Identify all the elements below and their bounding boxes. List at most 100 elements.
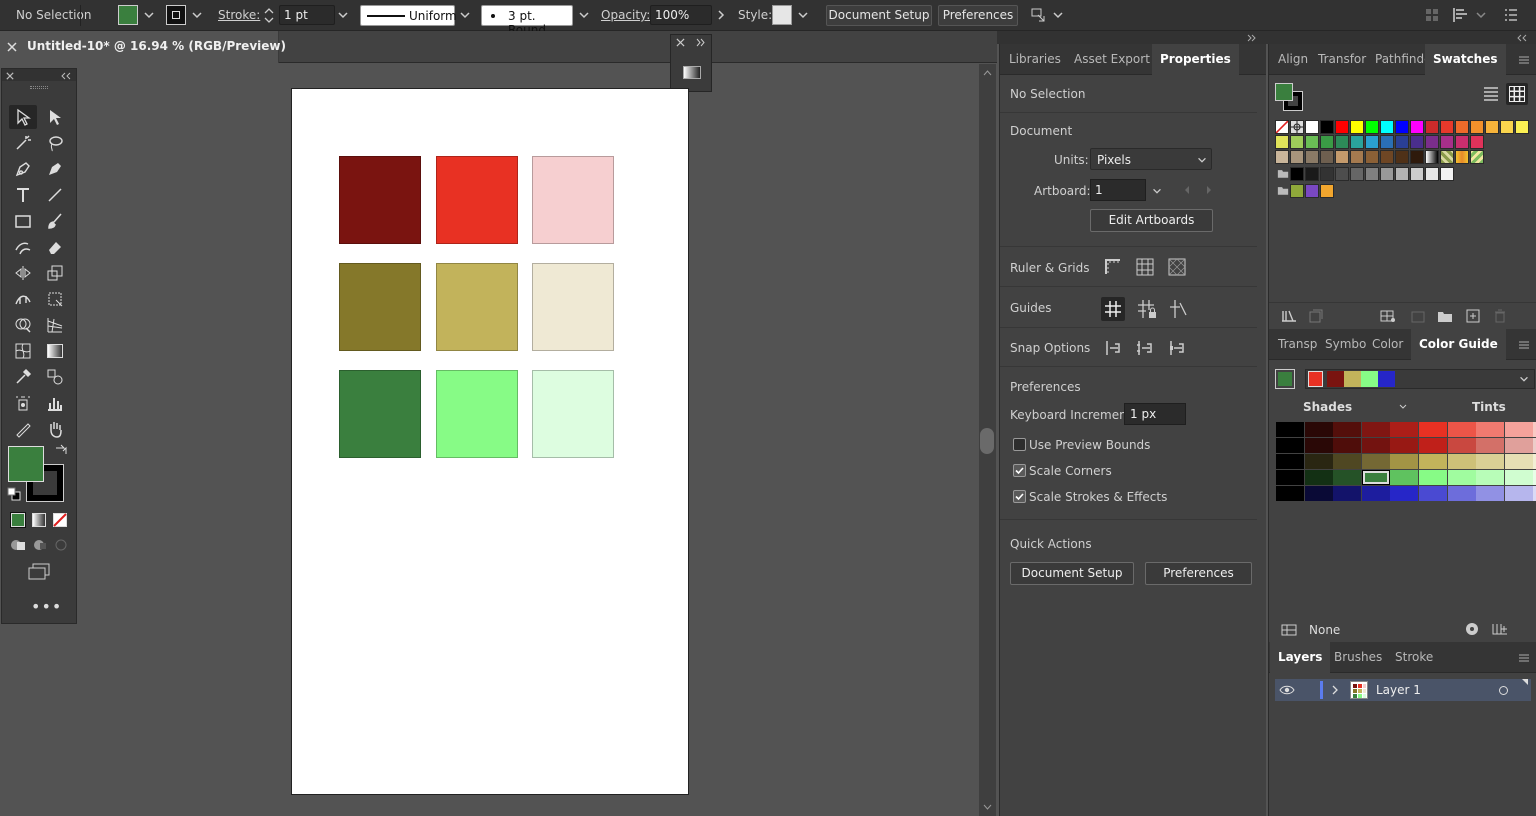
panel-menu-icon[interactable] <box>1518 653 1530 663</box>
guide-color-cell[interactable] <box>1447 486 1476 501</box>
chevron-down-icon[interactable] <box>796 8 810 22</box>
swatch[interactable] <box>1290 150 1304 164</box>
guide-color-cell[interactable] <box>1304 486 1333 501</box>
new-swatch-icon[interactable] <box>1466 309 1480 323</box>
swatch[interactable] <box>1305 150 1319 164</box>
swatch[interactable] <box>1410 120 1424 134</box>
folder-icon[interactable] <box>1437 309 1453 323</box>
chevron-down-icon[interactable] <box>458 8 472 22</box>
chevron-down-icon[interactable] <box>1398 403 1408 411</box>
guide-color-cell[interactable] <box>1390 486 1419 501</box>
default-fill-stroke-icon[interactable] <box>7 487 21 501</box>
show-swatch-kinds-icon[interactable] <box>1309 309 1323 323</box>
color-square-r1c3[interactable] <box>532 156 614 244</box>
guide-color-cell[interactable] <box>1390 454 1419 469</box>
width-tool[interactable] <box>9 287 37 311</box>
close-icon[interactable] <box>7 42 17 52</box>
guide-color-cell[interactable] <box>1333 438 1362 453</box>
swatch[interactable] <box>1425 135 1439 149</box>
eyedropper-tool[interactable] <box>9 365 37 389</box>
none-swatch[interactable] <box>1275 120 1289 134</box>
guide-color-cell[interactable] <box>1419 470 1447 485</box>
visibility-eye-icon[interactable] <box>1279 684 1295 696</box>
swatch[interactable] <box>1440 120 1454 134</box>
swatch[interactable] <box>1350 167 1364 181</box>
guide-color-cell[interactable] <box>1476 486 1505 501</box>
swatch[interactable] <box>1395 167 1409 181</box>
guide-color-cell[interactable] <box>1361 438 1390 453</box>
swatch[interactable] <box>1470 120 1484 134</box>
guide-color-cell[interactable] <box>1276 454 1304 469</box>
grid-arrange-icon[interactable] <box>1424 7 1440 23</box>
snap-to-grid-icon[interactable] <box>1136 339 1154 357</box>
gradient-icon[interactable] <box>683 66 701 79</box>
swatch[interactable] <box>1290 184 1304 198</box>
swatch-fill-indicator[interactable] <box>1275 83 1293 101</box>
scroll-up-icon[interactable] <box>983 70 992 76</box>
guide-color-cell[interactable] <box>1447 422 1476 437</box>
guide-color-cell[interactable] <box>1276 486 1304 501</box>
swatch[interactable] <box>1455 120 1469 134</box>
more-tools-icon[interactable]: ••• <box>31 597 62 616</box>
close-icon[interactable] <box>676 38 685 47</box>
guide-color-cell[interactable] <box>1504 438 1533 453</box>
tab-color[interactable]: Color <box>1364 329 1411 360</box>
guide-color-cell[interactable] <box>1304 470 1333 485</box>
magic-wand-tool[interactable] <box>9 131 37 155</box>
guide-color-cell[interactable] <box>1504 470 1533 485</box>
color-square-r1c2[interactable] <box>436 156 518 244</box>
graphic-style-swatch[interactable] <box>772 5 792 25</box>
swatch[interactable] <box>1305 135 1319 149</box>
color-square-r2c2[interactable] <box>436 263 518 351</box>
swatch[interactable] <box>1335 135 1349 149</box>
vertical-scrollbar[interactable] <box>979 64 996 816</box>
guide-color-cell[interactable] <box>1504 486 1533 501</box>
guide-color-cell[interactable] <box>1476 454 1505 469</box>
scale-tool[interactable] <box>41 261 69 285</box>
swatch[interactable] <box>1275 150 1289 164</box>
none-mode-icon[interactable] <box>53 513 67 527</box>
harmony-rules-select[interactable] <box>1305 369 1535 389</box>
guide-color-cell[interactable] <box>1447 438 1476 453</box>
chevron-down-icon[interactable] <box>1051 8 1065 22</box>
keyboard-increment-input[interactable]: 1 px <box>1124 403 1186 425</box>
registration-swatch[interactable] <box>1290 120 1304 134</box>
guide-color-cell[interactable] <box>1361 486 1390 501</box>
scroll-down-icon[interactable] <box>983 804 992 810</box>
color-square-r1c1[interactable] <box>339 156 421 244</box>
chevron-down-icon[interactable] <box>577 8 591 22</box>
curvature-tool[interactable] <box>41 157 69 181</box>
units-select[interactable]: Pixels <box>1090 148 1212 170</box>
gradient-mode-button[interactable] <box>32 513 46 527</box>
guide-color-cell[interactable] <box>1504 422 1533 437</box>
panel-menu-icon[interactable] <box>1518 55 1530 65</box>
guide-color-cell[interactable] <box>1333 486 1362 501</box>
transparency-grid-icon[interactable] <box>1168 258 1186 276</box>
swatch[interactable] <box>1290 135 1304 149</box>
use-preview-bounds-checkbox[interactable] <box>1013 438 1026 451</box>
chevron-down-icon[interactable] <box>142 8 156 22</box>
gradient-swatch[interactable] <box>1455 150 1469 164</box>
pen-tool[interactable] <box>9 157 37 181</box>
guide-color-cell[interactable] <box>1361 454 1390 469</box>
harmony-color[interactable] <box>1361 371 1378 387</box>
limit-to-library-icon[interactable] <box>1281 623 1297 637</box>
chevron-down-icon[interactable] <box>1474 8 1488 22</box>
swatch[interactable] <box>1350 120 1364 134</box>
collapse-icon[interactable] <box>61 72 71 80</box>
swatch[interactable] <box>1515 120 1529 134</box>
grid-icon[interactable] <box>1136 258 1154 276</box>
artboard-input[interactable]: 1 <box>1090 179 1146 201</box>
swatch[interactable] <box>1320 120 1334 134</box>
swatch[interactable] <box>1335 167 1349 181</box>
shaper-tool[interactable] <box>9 235 37 259</box>
guide-color-cell[interactable] <box>1419 454 1447 469</box>
guide-color-cell[interactable] <box>1304 422 1333 437</box>
guide-color-cell[interactable] <box>1333 470 1362 485</box>
rectangle-tool[interactable] <box>9 209 37 233</box>
color-mode-button[interactable] <box>10 512 26 528</box>
scroll-thumb[interactable] <box>980 428 994 454</box>
swatch[interactable] <box>1365 120 1379 134</box>
preferences-button[interactable]: Preferences <box>938 5 1018 26</box>
guide-color-cell[interactable] <box>1361 422 1390 437</box>
